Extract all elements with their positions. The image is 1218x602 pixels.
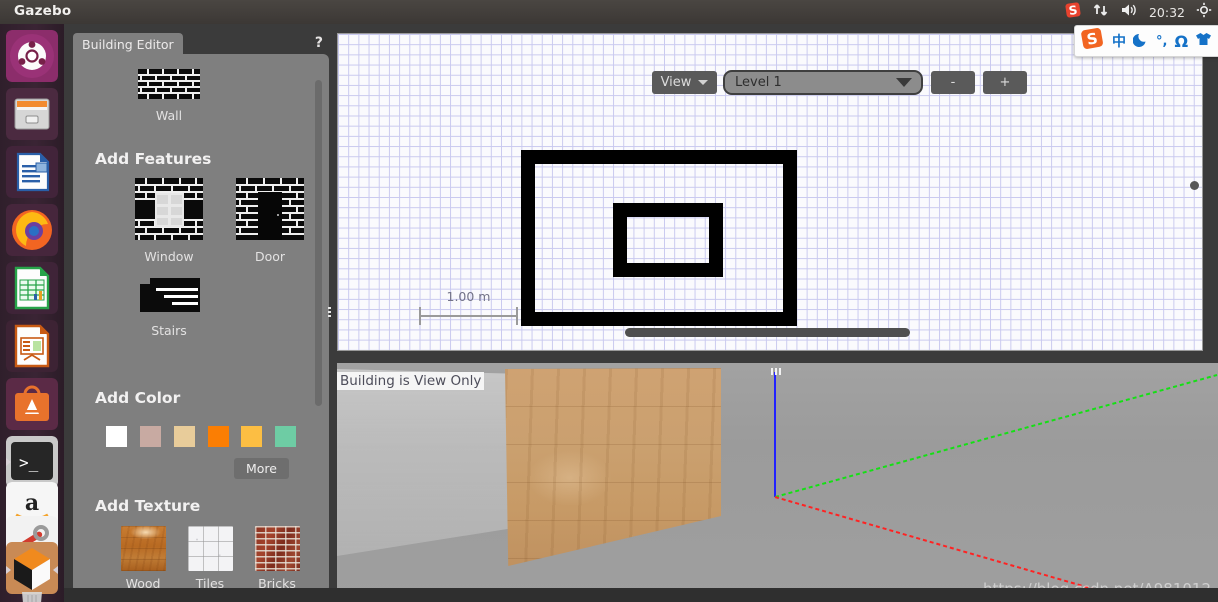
panel-content: Wall Add Features Window Door Stairs Add… [73, 54, 329, 593]
scale-bar-label: 1.00 m [446, 289, 491, 304]
palette-label-wall: Wall [155, 108, 183, 123]
system-tray: S 20:32 [1064, 0, 1218, 24]
palette-label-stairs: Stairs [151, 323, 187, 338]
panel-vertical-scrollbar[interactable] [315, 80, 322, 406]
chevron-down-icon [896, 78, 912, 87]
status-badge-view-only: Building is View Only [337, 372, 485, 390]
ime-symbol-label[interactable]: Ω [1174, 32, 1188, 51]
panel-tabbar: Building Editor ? [73, 33, 329, 57]
color-swatch-dusty-rose[interactable] [140, 426, 161, 447]
launcher-item-firefox[interactable] [6, 204, 58, 256]
panel-splitter-handle[interactable] [328, 307, 331, 319]
window-title: Gazebo [14, 3, 72, 19]
shirt-icon[interactable] [1195, 31, 1212, 51]
level-combobox-value: Level 1 [735, 75, 782, 90]
sogou-s-icon[interactable]: S [1079, 27, 1105, 55]
view-dropdown-label: View [660, 75, 692, 90]
view-dropdown-button[interactable]: View [652, 71, 717, 94]
view2d-horizontal-scrollbar[interactable] [625, 328, 910, 337]
palette-item-stairs[interactable]: Stairs [119, 276, 219, 338]
launcher-item-libreoffice-writer[interactable] [6, 146, 58, 198]
launcher-running-arrow [6, 458, 11, 466]
inner-wall-interior [627, 217, 709, 263]
section-title-add-color: Add Color [95, 389, 181, 407]
launcher-item-ubuntu-software[interactable] [6, 378, 58, 430]
help-icon[interactable]: ? [315, 35, 323, 51]
level-combobox[interactable]: Level 1 [723, 70, 923, 95]
palette-item-window[interactable]: Window [114, 178, 224, 264]
bricks-texture-swatch [254, 526, 300, 571]
launcher-item-trash[interactable] [6, 590, 58, 602]
section-title-add-features: Add Features [95, 150, 212, 168]
launcher-item-ubuntu-dash[interactable] [6, 30, 58, 82]
tiles-texture-swatch [187, 526, 233, 571]
palette-item-door[interactable]: Door [215, 178, 325, 264]
color-swatch-mint[interactable] [275, 426, 296, 447]
palette-item-texture-bricks[interactable]: Bricks [242, 526, 312, 591]
color-swatch-tan[interactable] [174, 426, 195, 447]
gazebo-window: Building Editor ? Wall Add Features Wind… [64, 24, 1218, 602]
unity-launcher: >_ a [0, 24, 64, 602]
launcher-item-files[interactable] [6, 88, 58, 140]
building-editor-panel: Building Editor ? Wall Add Features Wind… [73, 33, 329, 593]
view2d-right-handle[interactable] [1190, 181, 1199, 190]
scale-bar-line [419, 315, 518, 317]
ime-punctuation-label[interactable]: °, [1156, 34, 1167, 49]
origin-axes [771, 368, 1218, 602]
volume-icon[interactable] [1120, 2, 1138, 22]
section-title-add-texture: Add Texture [95, 497, 201, 515]
network-updown-icon[interactable] [1093, 2, 1109, 22]
launcher-item-gazebo[interactable] [6, 540, 58, 596]
launcher-running-arrow-right [53, 566, 58, 574]
screen: Gazebo S 20:32 >_ a Building Editor ? Wa… [0, 0, 1218, 602]
snipaste-tray-icon[interactable]: S [1064, 1, 1082, 23]
palette-item-texture-wood[interactable]: Wood [108, 526, 178, 591]
clock[interactable]: 20:32 [1149, 5, 1185, 20]
color-swatch-orange[interactable] [208, 426, 229, 447]
palette-label-door: Door [254, 249, 286, 264]
scale-bar-cap-right [516, 307, 518, 325]
scale-bar: 1.00 m [419, 289, 518, 327]
window-brick-icon [135, 178, 203, 240]
door-brick-icon [236, 178, 304, 240]
level-increase-button[interactable]: + [983, 71, 1027, 94]
svg-text:>_: >_ [19, 453, 39, 472]
scale-bar-cap-left [419, 307, 421, 325]
launcher-running-arrow-left [6, 566, 11, 574]
palette-item-wall[interactable]: Wall [119, 69, 219, 123]
color-swatch-white[interactable] [106, 426, 127, 447]
color-swatch-amber[interactable] [241, 426, 262, 447]
ime-floating-toolbar[interactable]: S 中 °, Ω [1074, 25, 1218, 57]
brick-wall-icon [138, 69, 200, 99]
launcher-item-libreoffice-calc[interactable] [6, 262, 58, 314]
gazebo-status-bar [64, 588, 1218, 602]
ime-mode-label[interactable]: 中 [1112, 31, 1126, 51]
level-decrease-button[interactable]: - [931, 71, 975, 94]
unity-top-panel: Gazebo S 20:32 [0, 0, 1218, 25]
more-colors-button[interactable]: More [234, 458, 289, 479]
moon-icon[interactable] [1132, 31, 1149, 51]
launcher-item-libreoffice-impress[interactable] [6, 320, 58, 372]
wood-texture-swatch [120, 526, 166, 571]
palette-label-window: Window [144, 249, 194, 264]
floorplan-2d-view[interactable]: 1.00 m View Level 1 - + [337, 33, 1203, 351]
render-3d-view[interactable]: Building is View Only https://blog.csdn.… [337, 363, 1218, 602]
palette-item-texture-tiles[interactable]: Tiles [175, 526, 245, 591]
gear-icon[interactable] [1196, 2, 1212, 22]
svg-text:a: a [25, 490, 39, 516]
launcher-item-terminal[interactable]: >_ [6, 436, 58, 488]
chevron-down-icon [698, 80, 709, 85]
stairs-icon [140, 276, 200, 312]
